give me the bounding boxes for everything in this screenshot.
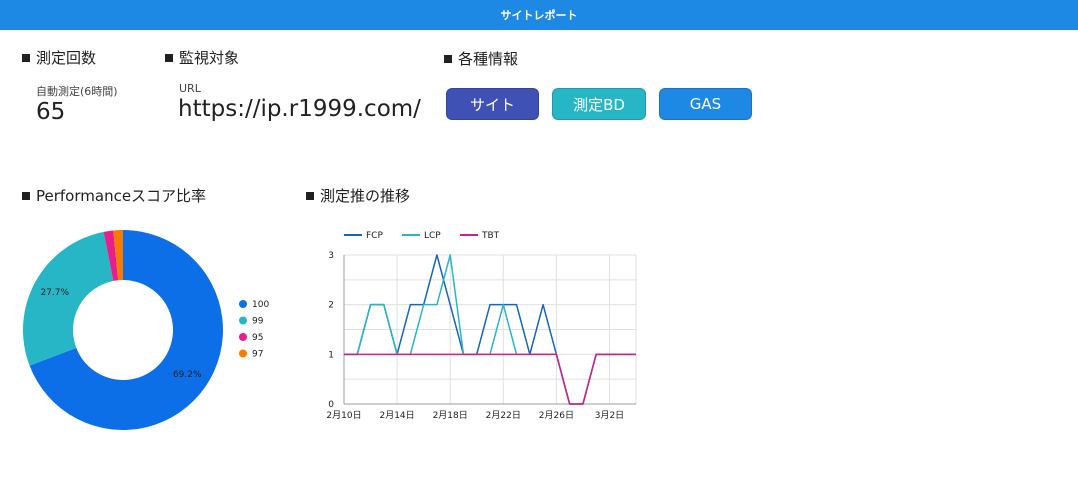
- line-legend-label: FCP: [366, 231, 383, 241]
- measure-count-value: 65: [36, 99, 66, 125]
- x-tick-label: 3月2日: [595, 410, 624, 421]
- line-legend-label: TBT: [481, 231, 500, 241]
- gas-button[interactable]: GAS: [659, 88, 752, 120]
- report-title: サイトレポート: [500, 9, 578, 22]
- trend-title-text: 測定推の推移: [320, 187, 411, 205]
- legend-dot-icon: [239, 300, 247, 308]
- performance-ratio-title-text: Performanceスコア比率: [36, 187, 207, 205]
- x-tick-label: 2月18日: [433, 410, 468, 421]
- info-title-text: 各種情報: [458, 50, 519, 68]
- x-tick-label: 2月14日: [379, 410, 414, 421]
- x-tick-label: 2月22日: [486, 410, 521, 421]
- auto-measure-label: 自動測定(6時間): [36, 85, 118, 98]
- line-legend-label: LCP: [424, 231, 441, 241]
- performance-donut-chart: 69.2% 27.7% 100 99 95 97: [22, 230, 269, 430]
- report-header: サイトレポート: [0, 0, 1078, 30]
- x-tick-label: 2月26日: [539, 410, 574, 421]
- donut-legend-label: 99: [252, 317, 264, 327]
- info-title: 各種情報: [444, 48, 518, 69]
- square-bullet-icon: [22, 54, 30, 62]
- measure-count-title: 測定回数: [22, 47, 96, 68]
- trend-title: 測定推の推移: [306, 185, 410, 206]
- donut-legend-label: 97: [252, 350, 263, 360]
- y-tick-label: 2: [328, 301, 334, 311]
- measure-db-button[interactable]: 測定BD: [552, 88, 646, 120]
- y-tick-label: 1: [328, 350, 334, 360]
- donut-data-label: 27.7%: [40, 288, 69, 298]
- square-bullet-icon: [306, 192, 314, 200]
- x-tick-label: 2月10日: [326, 410, 361, 421]
- square-bullet-icon: [22, 192, 30, 200]
- square-bullet-icon: [165, 54, 173, 62]
- target-url: https://ip.r1999.com/: [178, 96, 421, 122]
- trend-line-chart: 0 1 2 3 2月10日 2月14日 2月18日 2月22日 2月26日 3月2日 FCP LCP T…: [326, 231, 637, 421]
- y-tick-label: 0: [328, 400, 334, 410]
- donut-legend-label: 95: [252, 333, 263, 343]
- donut-legend-label: 100: [252, 300, 269, 310]
- legend-dot-icon: [239, 333, 247, 341]
- url-label: URL: [179, 82, 201, 95]
- performance-ratio-title: Performanceスコア比率: [22, 185, 206, 206]
- y-tick-label: 3: [328, 251, 334, 261]
- site-button[interactable]: サイト: [446, 88, 539, 120]
- donut-slice-99: [22, 231, 114, 366]
- measure-count-title-text: 測定回数: [36, 49, 97, 67]
- donut-data-label: 69.2%: [173, 370, 202, 380]
- monitor-target-title-text: 監視対象: [179, 49, 240, 67]
- square-bullet-icon: [444, 55, 452, 63]
- legend-dot-icon: [239, 316, 247, 325]
- legend-dot-icon: [239, 349, 247, 358]
- monitor-target-title: 監視対象: [165, 47, 239, 68]
